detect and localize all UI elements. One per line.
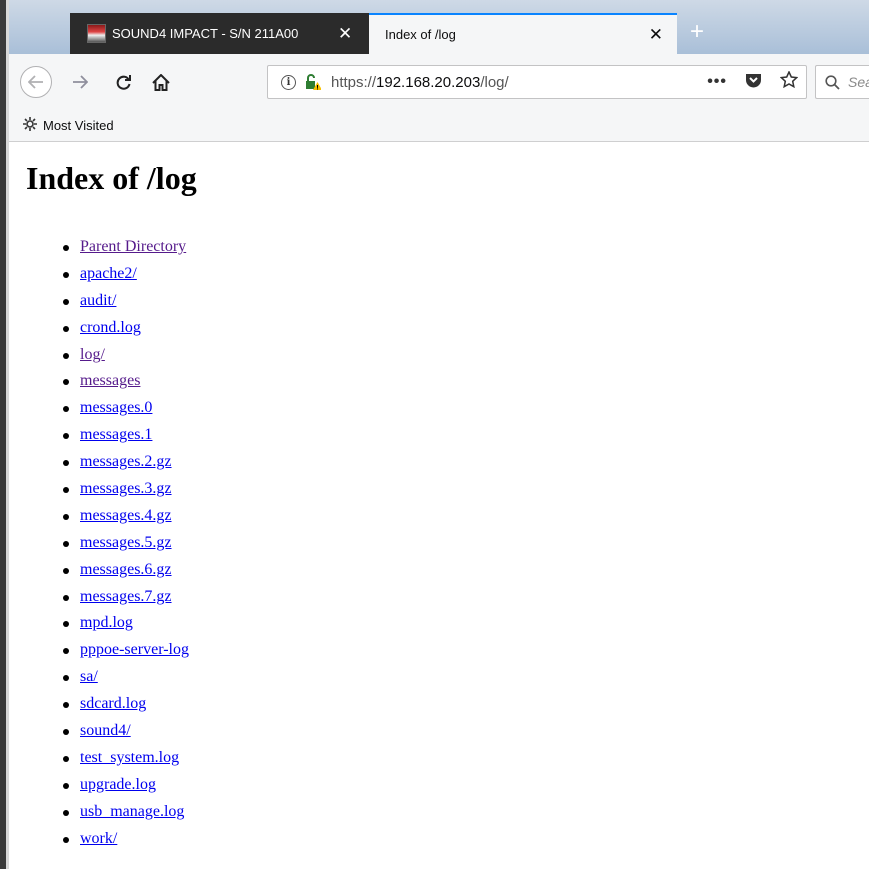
forward-button[interactable] (65, 66, 95, 98)
list-item: messages.4.gz (63, 503, 189, 530)
url-text: https://192.168.20.203/log/ (331, 73, 509, 91)
directory-listing: Parent Directory apache2/audit/crond.log l… (9, 234, 189, 852)
list-item: sa/ (63, 664, 189, 691)
list-item: pppoe-server-log (63, 637, 189, 664)
directory-entry-link[interactable]: usb_manage.log (80, 803, 184, 820)
list-item: work/ (63, 826, 189, 853)
list-item: upgrade.log (63, 772, 189, 799)
directory-entry-link[interactable]: messages.3.gz (80, 480, 172, 497)
page-actions: ••• (707, 66, 799, 98)
list-item: messages.6.gz (63, 557, 189, 584)
list-item: messages.2.gz (63, 449, 189, 476)
search-icon (825, 74, 840, 90)
insecure-lock-icon[interactable]: ! (303, 73, 322, 91)
tab-title: SOUND4 IMPACT - S/N 211A00 (112, 26, 299, 41)
list-item: messages (63, 368, 189, 395)
directory-entry-link[interactable]: messages.7.gz (80, 588, 172, 605)
home-icon (152, 73, 170, 91)
reload-icon (116, 74, 131, 90)
directory-entry-link[interactable]: upgrade.log (80, 776, 156, 793)
list-item: sound4/ (63, 718, 189, 745)
most-visited-label: Most Visited (43, 118, 114, 133)
search-placeholder: Sea (848, 74, 869, 90)
list-item: messages.0 (63, 395, 189, 422)
directory-entry-link[interactable]: test_system.log (80, 749, 179, 766)
directory-entry-link[interactable]: messages.0 (80, 399, 152, 416)
svg-text:!: ! (316, 84, 319, 91)
list-item: audit/ (63, 288, 189, 315)
directory-entry-link[interactable]: messages.5.gz (80, 534, 172, 551)
list-item: crond.log (63, 315, 189, 342)
directory-entry-link[interactable]: pppoe-server-log (80, 641, 189, 658)
list-item: test_system.log (63, 745, 189, 772)
directory-entry-link[interactable]: work/ (80, 830, 117, 847)
close-tab-icon[interactable]: ✕ (649, 26, 663, 43)
window-left-edge (0, 0, 9, 869)
directory-entry-link[interactable]: audit/ (80, 292, 116, 309)
list-item: usb_manage.log (63, 799, 189, 826)
directory-entry-link[interactable]: messages.6.gz (80, 561, 172, 578)
directory-entry-link[interactable]: crond.log (80, 319, 141, 336)
tab-sound4-impact[interactable]: SOUND4 IMPACT - S/N 211A00 ✕ (70, 13, 369, 54)
directory-entry-link[interactable]: sdcard.log (80, 695, 146, 712)
site-info-icon[interactable]: i (281, 74, 296, 90)
directory-entry-link[interactable]: sa/ (80, 668, 98, 685)
back-arrow-icon (28, 75, 43, 89)
close-tab-icon[interactable]: ✕ (338, 25, 352, 42)
directory-entry-link[interactable]: Parent Directory (80, 238, 186, 255)
navigation-toolbar: i ! https://192.168.20.203/log/ ••• Sea (9, 54, 869, 110)
home-button[interactable] (146, 66, 176, 98)
page-actions-menu-icon[interactable]: ••• (707, 73, 727, 91)
list-item: messages.7.gz (63, 584, 189, 611)
reload-button[interactable] (108, 66, 138, 98)
list-item: Parent Directory (63, 234, 189, 261)
forward-arrow-icon (73, 75, 88, 89)
directory-entry-link[interactable]: log/ (80, 346, 105, 363)
directory-entry-link[interactable]: messages (80, 372, 140, 389)
site-favicon-icon (87, 24, 106, 43)
bookmarks-toolbar: Most Visited (9, 110, 869, 142)
directory-entry-link[interactable]: messages.4.gz (80, 507, 172, 524)
new-tab-button[interactable]: + (679, 18, 715, 48)
pocket-icon[interactable] (745, 72, 762, 93)
directory-entry-link[interactable]: sound4/ (80, 722, 131, 739)
back-button[interactable] (20, 66, 52, 98)
directory-entry-link[interactable]: apache2/ (80, 265, 137, 282)
url-bar[interactable]: i ! https://192.168.20.203/log/ ••• (267, 65, 807, 99)
bookmark-star-icon[interactable] (779, 70, 799, 93)
gear-icon (23, 117, 37, 134)
list-item: messages.1 (63, 422, 189, 449)
directory-entry-link[interactable]: messages.2.gz (80, 453, 172, 470)
search-bar[interactable]: Sea (815, 65, 869, 99)
list-item: messages.3.gz (63, 476, 189, 503)
tab-title: Index of /log (385, 27, 456, 42)
list-item: messages.5.gz (63, 530, 189, 557)
list-item: sdcard.log (63, 691, 189, 718)
list-item: apache2/ (63, 261, 189, 288)
list-item: log/ (63, 342, 189, 369)
page-content: Index of /log Parent Directory apache2/au… (9, 142, 869, 869)
list-item: mpd.log (63, 610, 189, 637)
most-visited-folder[interactable]: Most Visited (23, 117, 114, 134)
tab-bar: SOUND4 IMPACT - S/N 211A00 ✕ Index of /l… (9, 0, 869, 54)
directory-entry-link[interactable]: mpd.log (80, 614, 133, 631)
directory-entry-link[interactable]: messages.1 (80, 426, 152, 443)
page-heading: Index of /log (26, 160, 197, 196)
tab-index-of-log[interactable]: Index of /log ✕ (369, 13, 677, 54)
